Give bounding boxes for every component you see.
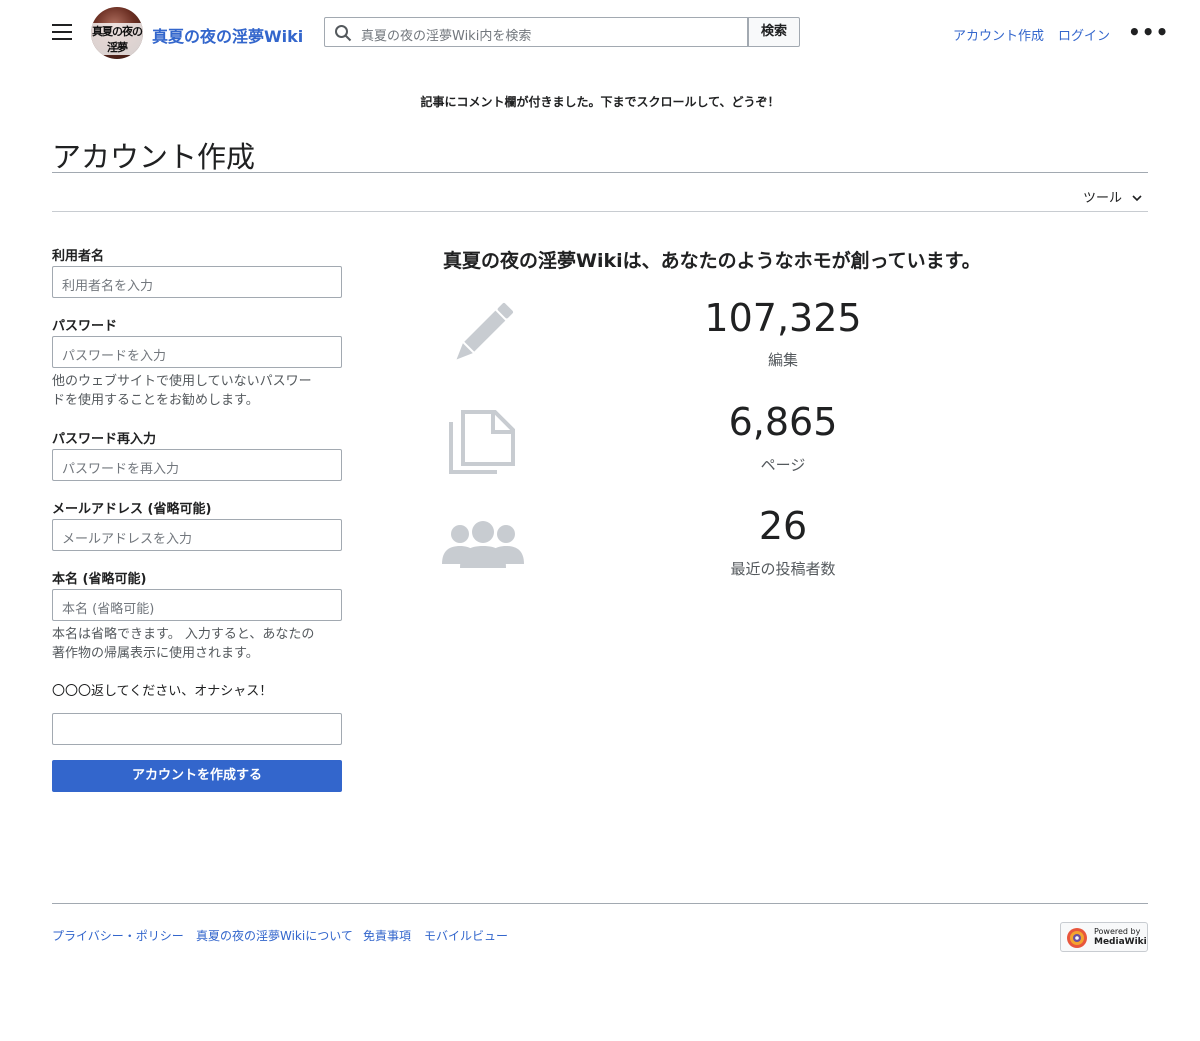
password-help-line1: 他のウェブサイトで使用していないパスワー bbox=[52, 374, 312, 389]
pencil-icon bbox=[447, 300, 517, 372]
password-field[interactable]: パスワードを入力 bbox=[52, 336, 342, 368]
realname-label: 本名 (省略可能) bbox=[52, 572, 147, 587]
search-placeholder: 真夏の夜の淫夢Wiki内を検索 bbox=[361, 29, 532, 44]
stat-edits-label: 編集 bbox=[767, 351, 798, 369]
tools-label: ツール bbox=[1083, 191, 1123, 206]
realname-field[interactable]: 本名 (省略可能) bbox=[52, 589, 342, 621]
stat-contributors-value: 26 bbox=[758, 504, 808, 548]
realname-help-line1: 本名は省略できます。 入力すると、あなたの bbox=[52, 627, 315, 642]
search-input[interactable]: 真夏の夜の淫夢Wiki内を検索 bbox=[324, 17, 748, 47]
login-link[interactable]: ログイン bbox=[1058, 25, 1110, 44]
users-icon bbox=[442, 520, 524, 574]
email-label: メールアドレス (省略可能) bbox=[52, 502, 212, 517]
title-divider bbox=[52, 172, 1148, 173]
password-label: パスワード bbox=[52, 319, 118, 334]
pages-icon bbox=[449, 410, 515, 478]
footer-divider bbox=[52, 903, 1148, 904]
powered-by-mediawiki-badge[interactable]: Powered by MediaWiki bbox=[1060, 922, 1148, 952]
password-help: 他のウェブサイトで使用していないパスワー ドを使用することをお勧めします。 bbox=[52, 372, 342, 410]
footer-about-link[interactable]: 真夏の夜の淫夢Wikiについて bbox=[196, 927, 353, 944]
create-account-button[interactable]: アカウントを作成する bbox=[52, 760, 342, 792]
password-placeholder: パスワードを入力 bbox=[62, 349, 167, 364]
site-logo[interactable]: 真夏の夜の淫夢 bbox=[91, 7, 143, 59]
captcha-question: 〇〇〇返してください、オナシャス！ bbox=[52, 684, 273, 699]
main-menu-icon[interactable] bbox=[52, 24, 72, 40]
more-options-icon[interactable]: ••• bbox=[1128, 22, 1169, 42]
email-field[interactable]: メールアドレスを入力 bbox=[52, 519, 342, 551]
tools-divider bbox=[52, 211, 1148, 212]
tools-dropdown[interactable]: ツール bbox=[1083, 187, 1142, 206]
captcha-field[interactable] bbox=[52, 713, 342, 745]
page-title: アカウント作成 bbox=[52, 140, 256, 174]
footer-disclaimer-link[interactable]: 免責事項 bbox=[363, 927, 411, 944]
logo-text: 真夏の夜の淫夢 bbox=[91, 23, 143, 55]
stat-edits-value: 107,325 bbox=[704, 296, 862, 340]
username-label: 利用者名 bbox=[52, 249, 105, 264]
search-icon bbox=[334, 24, 352, 46]
stat-contributors-label: 最近の投稿者数 bbox=[730, 560, 836, 578]
realname-placeholder: 本名 (省略可能) bbox=[62, 602, 155, 617]
retype-placeholder: パスワードを再入力 bbox=[62, 462, 180, 477]
stats-title: 真夏の夜の淫夢Wikiは、あなたのようなホモが創っています。 bbox=[443, 250, 981, 272]
site-notice: 記事にコメント欄が付きました。下までスクロールして、どうぞ！ bbox=[420, 95, 780, 109]
username-field[interactable]: 利用者名を入力 bbox=[52, 266, 342, 298]
chevron-down-icon bbox=[1132, 191, 1142, 206]
retype-password-field[interactable]: パスワードを再入力 bbox=[52, 449, 342, 481]
username-placeholder: 利用者名を入力 bbox=[62, 279, 154, 294]
realname-help-line2: 著作物の帰属表示に使用されます。 bbox=[52, 646, 259, 661]
create-account-link[interactable]: アカウント作成 bbox=[953, 25, 1044, 44]
footer-privacy-link[interactable]: プライバシー・ポリシー bbox=[52, 927, 184, 944]
retype-label: パスワード再入力 bbox=[52, 432, 157, 447]
footer-mobile-view-link[interactable]: モバイルビュー bbox=[424, 927, 508, 944]
realname-help: 本名は省略できます。 入力すると、あなたの 著作物の帰属表示に使用されます。 bbox=[52, 625, 342, 663]
stat-pages-value: 6,865 bbox=[728, 400, 838, 444]
mediawiki-flower-icon bbox=[1066, 927, 1088, 953]
powered-by-line2: MediaWiki bbox=[1094, 937, 1147, 947]
site-name-link[interactable]: 真夏の夜の淫夢Wiki bbox=[152, 23, 303, 47]
stat-pages-label: ページ bbox=[760, 456, 806, 474]
search-button[interactable]: 検索 bbox=[748, 17, 800, 47]
email-placeholder: メールアドレスを入力 bbox=[62, 532, 193, 547]
password-help-line2: ドを使用することをお勧めします。 bbox=[52, 393, 259, 408]
powered-by-line1: Powered by bbox=[1094, 927, 1141, 936]
